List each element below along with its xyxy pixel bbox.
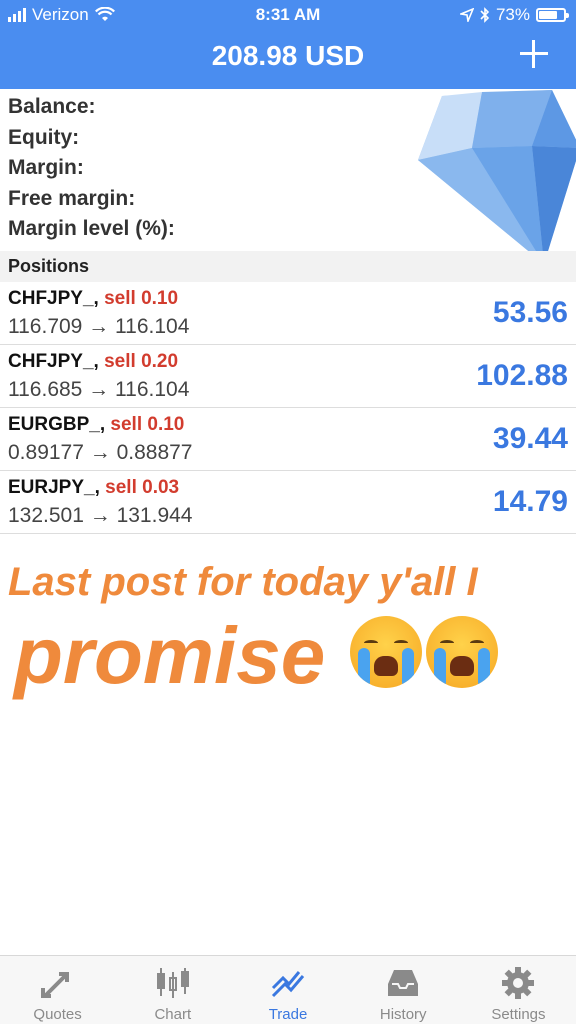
position-row[interactable]: CHFJPY_, sell 0.10 116.709 → 116.104 53.… xyxy=(0,282,576,345)
position-side: sell 0.03 xyxy=(105,477,180,498)
balance-title: 208.98 USD xyxy=(211,40,365,71)
battery-percent: 73% xyxy=(495,5,530,24)
gear-icon xyxy=(502,967,535,999)
position-symbol: EURGBP_, xyxy=(8,414,106,435)
position-profit: 14.79 xyxy=(492,485,568,518)
position-prices: 116.709 → 116.104 xyxy=(8,315,190,338)
summary-label: Balance: xyxy=(8,95,96,118)
tab-settings[interactable]: Settings xyxy=(461,956,576,1024)
position-side: sell 0.10 xyxy=(110,414,185,435)
position-title: EURGBP_, sell 0.10 xyxy=(8,414,184,436)
summary-label: Equity: xyxy=(8,125,80,149)
position-profit: 53.56 xyxy=(492,296,568,329)
positions-list: CHFJPY_, sell 0.10 116.709 → 116.104 53.… xyxy=(0,282,576,534)
battery-icon xyxy=(536,8,569,22)
tab-chart[interactable]: Chart xyxy=(115,956,230,1024)
tab-label: Chart xyxy=(154,1006,192,1023)
tab-label: History xyxy=(379,1006,427,1023)
positions-header: Positions xyxy=(0,251,576,282)
diamond-sticker-icon xyxy=(418,90,576,264)
summary-label: Free margin: xyxy=(8,186,136,210)
tab-bar: Quotes Chart Trade History Settings xyxy=(0,955,576,1024)
caption-line-2: promise xyxy=(14,611,326,700)
crying-face-icon xyxy=(426,616,498,688)
trade-chart-icon xyxy=(271,971,305,998)
position-title: CHFJPY_, sell 0.20 xyxy=(8,351,178,373)
bluetooth-icon xyxy=(480,7,490,23)
position-side: sell 0.10 xyxy=(104,288,179,309)
position-title: EURJPY_, sell 0.03 xyxy=(8,477,179,499)
summary-label: Margin: xyxy=(8,156,84,179)
candlestick-icon xyxy=(156,968,189,998)
position-prices: 132.501 → 131.944 xyxy=(8,504,193,527)
position-title: CHFJPY_, sell 0.10 xyxy=(8,288,178,310)
inbox-icon xyxy=(388,970,419,996)
position-profit: 102.88 xyxy=(476,359,568,392)
summary-label: Margin level (%): xyxy=(8,217,175,240)
position-symbol: EURJPY_, xyxy=(8,477,100,498)
position-prices: 0.89177 → 0.88877 xyxy=(8,441,193,464)
tab-history[interactable]: History xyxy=(346,956,461,1024)
quotes-arrows-icon xyxy=(40,972,69,998)
tab-label: Trade xyxy=(268,1006,308,1023)
location-icon xyxy=(459,8,474,22)
position-row[interactable]: CHFJPY_, sell 0.20 116.685 → 116.104 102… xyxy=(0,345,576,408)
position-side: sell 0.20 xyxy=(104,351,179,372)
position-symbol: CHFJPY_, xyxy=(8,288,99,309)
position-profit: 39.44 xyxy=(492,422,568,455)
app-header: Verizon 8:31 AM 73% 208.98 USD xyxy=(0,0,576,89)
caption-line-1: Last post for today y'all I xyxy=(8,560,478,604)
crying-emojis xyxy=(350,616,498,688)
position-row[interactable]: EURJPY_, sell 0.03 132.501 → 131.944 14.… xyxy=(0,471,576,534)
crying-face-icon xyxy=(350,616,422,688)
status-right: 73% xyxy=(459,5,569,25)
status-bar: Verizon 8:31 AM 73% xyxy=(0,0,576,30)
position-row[interactable]: EURGBP_, sell 0.10 0.89177 → 0.88877 39.… xyxy=(0,408,576,471)
tab-label: Quotes xyxy=(33,1006,82,1023)
tab-quotes[interactable]: Quotes xyxy=(0,956,115,1024)
add-order-button[interactable] xyxy=(518,38,550,70)
position-prices: 116.685 → 116.104 xyxy=(8,378,190,401)
tab-label: Settings xyxy=(491,1006,546,1023)
position-symbol: CHFJPY_, xyxy=(8,351,99,372)
tab-trade[interactable]: Trade xyxy=(230,956,345,1024)
